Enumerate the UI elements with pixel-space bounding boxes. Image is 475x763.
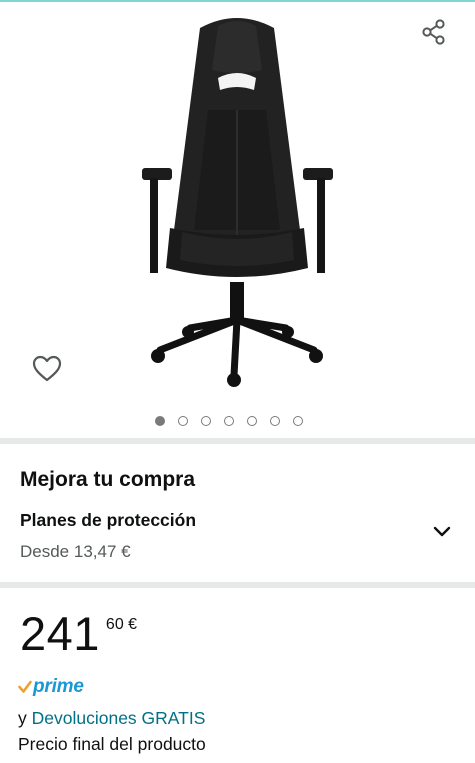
chevron-down-icon[interactable] <box>430 520 454 544</box>
upgrade-title: Mejora tu compra <box>20 468 196 491</box>
returns-prefix: y <box>18 708 27 728</box>
image-pagination-dots <box>155 416 303 426</box>
pagination-dot[interactable] <box>155 416 165 426</box>
pagination-dot[interactable] <box>270 416 280 426</box>
buy-box: 241 60 € prime y Devoluciones GRATIS Pre… <box>0 590 475 763</box>
returns-line: y Devoluciones GRATIS <box>18 708 205 729</box>
pagination-dot[interactable] <box>224 416 234 426</box>
pagination-dot[interactable] <box>247 416 257 426</box>
protection-plans-title: Planes de protección <box>20 510 197 530</box>
price-fraction: 60 € <box>105 616 138 633</box>
protection-plans-row[interactable]: Planes de protección Desde 13,47 € <box>0 504 475 574</box>
pagination-dot[interactable] <box>293 416 303 426</box>
protection-plans-price: Desde 13,47 € <box>20 542 131 561</box>
prime-label: prime <box>33 676 84 697</box>
product-image[interactable] <box>130 10 345 390</box>
share-icon[interactable] <box>418 16 450 48</box>
upgrade-section: Mejora tu compra Planes de protección De… <box>0 444 475 582</box>
pagination-dot[interactable] <box>201 416 211 426</box>
wishlist-heart-icon[interactable] <box>30 352 64 386</box>
product-image-gallery[interactable] <box>0 2 475 438</box>
free-returns-link[interactable]: Devoluciones GRATIS <box>32 708 206 728</box>
pagination-dot[interactable] <box>178 416 188 426</box>
prime-badge: prime <box>18 676 84 698</box>
prime-check-icon <box>18 680 32 693</box>
price: 241 60 € <box>20 608 137 660</box>
section-divider <box>0 582 475 588</box>
price-whole: 241 <box>20 607 100 660</box>
final-price-note: Precio final del producto <box>18 734 206 754</box>
